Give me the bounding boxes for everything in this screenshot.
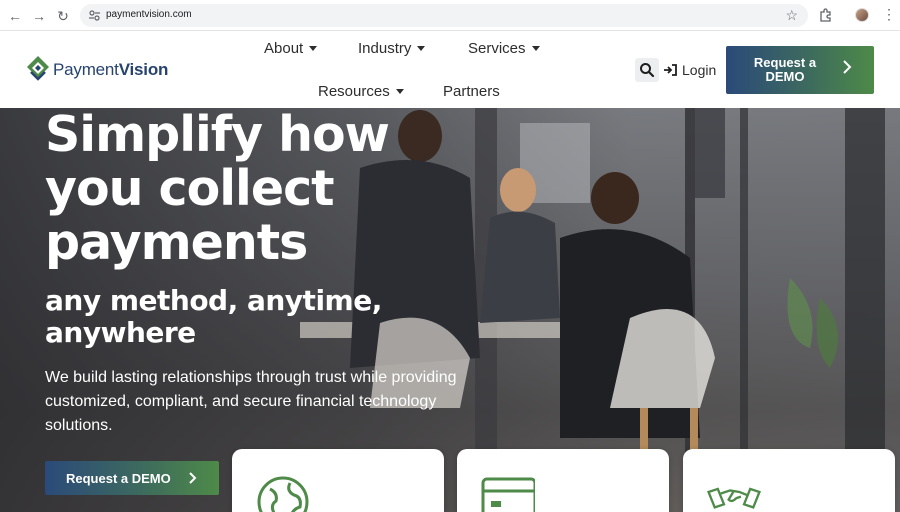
hero-request-demo-button[interactable]: Request a DEMO [45,461,219,495]
feature-card-globe[interactable] [232,449,444,512]
globe-icon [257,476,309,512]
nav-partners[interactable]: Partners [443,83,500,100]
address-bar[interactable]: paymentvision.com ☆ [80,4,808,27]
hero-description: We build lasting relationships through t… [45,369,457,434]
request-demo-label: Request a DEMO [753,55,817,84]
chevron-down-icon [309,45,318,51]
nav-industry[interactable]: Industry [358,40,426,57]
url-text[interactable]: paymentvision.com [106,9,192,20]
nav-about[interactable]: About [264,40,318,57]
chevron-down-icon [417,45,426,51]
logo-diamond-icon [27,56,49,81]
hero-subheadline: any method, anytime, anywhere [45,284,382,349]
search-button[interactable] [635,58,659,82]
chevron-down-icon [395,88,404,94]
browser-toolbar: ← → ↻ paymentvision.com ☆ ⋮ [0,0,900,31]
feature-card-payment[interactable] [457,449,669,512]
paymentvision-logo[interactable]: PaymentVision [26,55,196,85]
reload-icon[interactable]: ↻ [54,7,72,25]
profile-avatar[interactable] [855,8,869,22]
feature-card-partnership[interactable] [683,449,895,512]
extensions-icon[interactable] [818,7,834,23]
login-icon [664,64,677,76]
logo-wordmark: PaymentVision [53,60,169,79]
back-icon[interactable]: ← [6,7,24,25]
hero-section: Simplify how you collect payments any me… [0,108,900,512]
forward-icon[interactable]: → [30,7,48,25]
login-link[interactable]: Login [663,62,716,78]
request-demo-button[interactable]: Request a DEMO [726,46,874,94]
bookmark-star-icon[interactable]: ☆ [785,7,798,24]
chevron-down-icon [531,45,540,51]
search-icon [640,63,655,78]
credit-card-icon [481,477,535,512]
chevron-right-icon [189,472,197,484]
handshake-icon [707,487,761,509]
hero-headline: Simplify how you collect payments [45,108,390,271]
site-settings-icon[interactable] [88,9,101,22]
login-label: Login [682,62,717,78]
nav-resources[interactable]: Resources [318,83,404,100]
menu-kebab-icon[interactable]: ⋮ [882,6,896,23]
chevron-right-icon [843,60,852,74]
hero-cta-label: Request a DEMO [66,471,171,486]
nav-services[interactable]: Services [468,40,540,57]
